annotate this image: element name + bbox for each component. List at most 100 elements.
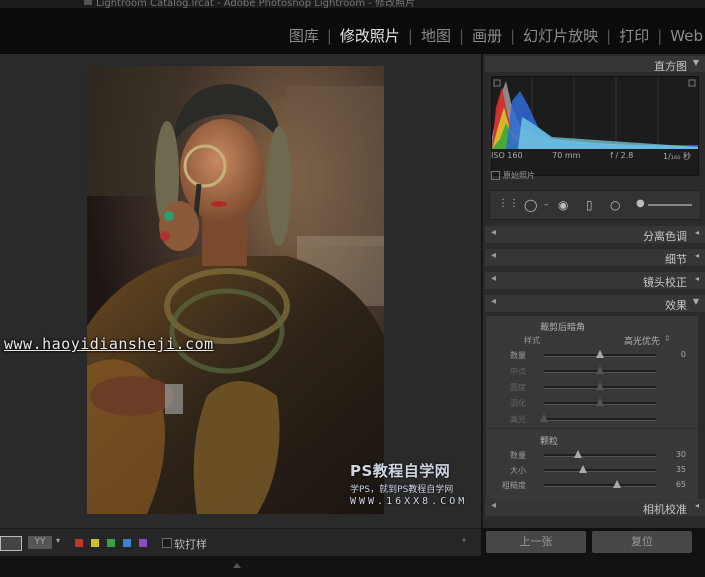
adjustment-brush-slider[interactable]	[648, 204, 692, 206]
slider-knob[interactable]	[573, 450, 582, 458]
panel-toggle-icon[interactable]: ◂	[491, 250, 496, 261]
histogram-panel-header[interactable]: 直方图 ▼	[485, 56, 705, 73]
split-toning-title: 分离色调	[643, 230, 687, 243]
panel-expand-icon[interactable]: ◂	[695, 274, 699, 283]
red-eye-icon[interactable]: ◉	[558, 198, 568, 212]
vignette-midpoint-slider[interactable]: 中点	[486, 364, 698, 378]
lens-corrections-title: 镜头校正	[643, 276, 687, 289]
color-label-green[interactable]	[107, 539, 115, 547]
panel-buttons: 上一张 复位	[483, 531, 703, 555]
module-develop[interactable]: 修改照片	[332, 25, 408, 46]
slider-track[interactable]	[544, 454, 656, 457]
slider-label: 数量	[510, 451, 526, 460]
slider-value[interactable]: 65	[676, 480, 686, 489]
vignette-style-select[interactable]: 高光优先	[624, 334, 660, 347]
vignette-amount-slider[interactable]: 数量 0	[486, 348, 698, 362]
grain-title: 颗粒	[540, 437, 559, 447]
grain-amount-slider[interactable]: 数量 30	[486, 448, 698, 462]
slider-label: 大小	[510, 466, 526, 475]
panel-collapse-icon[interactable]: ▼	[693, 58, 699, 67]
effects-title: 效果	[665, 299, 687, 312]
lens-corrections-panel-header[interactable]: ◂ 镜头校正 ◂	[485, 272, 705, 289]
vignette-title: 裁剪后暗角	[540, 323, 586, 333]
slider-value[interactable]: 35	[676, 465, 686, 474]
module-print[interactable]: 打印	[611, 25, 657, 46]
slider-track[interactable]	[544, 469, 656, 472]
iso-value: ISO 160	[491, 151, 523, 160]
panel-toggle-icon[interactable]: ◂	[491, 273, 496, 284]
effects-panel-header[interactable]: ◂ 效果 ▼	[485, 295, 705, 312]
window-title: Lightroom Catalog.lrcat - Adobe Photosho…	[96, 0, 416, 8]
panel-toggle-icon[interactable]: ◂	[491, 227, 496, 238]
panel-expand-icon[interactable]: ◂	[695, 501, 699, 510]
color-label-red[interactable]	[75, 539, 83, 547]
grain-size-slider[interactable]: 大小 35	[486, 463, 698, 477]
compare-dropdown-arrow-icon[interactable]: ▾	[56, 536, 60, 545]
spot-removal-icon[interactable]: ◯	[524, 198, 537, 212]
color-label-purple[interactable]	[139, 539, 147, 547]
detail-panel-header[interactable]: ◂ 细节 ◂	[485, 249, 705, 266]
soft-proof-checkbox[interactable]	[162, 538, 172, 548]
adjustment-brush-icon[interactable]: ●	[636, 198, 645, 209]
slider-label: 圆度	[510, 383, 526, 392]
module-web[interactable]: Web	[662, 27, 705, 45]
panel-toggle-icon[interactable]: ◂	[491, 500, 496, 511]
slider-knob[interactable]	[579, 465, 588, 473]
crop-overlay-icon[interactable]: ⋮⋮	[498, 198, 520, 209]
module-book[interactable]: 画册	[464, 25, 510, 46]
camera-calibration-panel-header[interactable]: ◂ 相机校准 ◂	[485, 499, 705, 516]
compare-view-button[interactable]: YY	[28, 536, 52, 549]
radial-filter-icon[interactable]: ○	[610, 198, 620, 212]
slider-label: 粗糙度	[502, 481, 526, 490]
panel-toggle-icon[interactable]: ◂	[491, 296, 496, 307]
histogram-exif-info: ISO 160 70 mm f / 2.8 1/₁₆₀ 秒	[491, 151, 691, 162]
slider-knob[interactable]	[596, 366, 604, 374]
slider-value[interactable]: 0	[681, 350, 686, 359]
original-photo-label: 原始照片	[503, 171, 535, 180]
camera-calibration-title: 相机校准	[643, 503, 687, 516]
vignette-roundness-slider[interactable]: 圆度	[486, 380, 698, 394]
toolbar-menu-arrow-icon[interactable]: ▾	[462, 536, 466, 545]
module-slideshow[interactable]: 幻灯片放映	[515, 25, 606, 46]
reset-button[interactable]: 复位	[592, 531, 692, 553]
slider-track[interactable]	[544, 484, 656, 487]
effects-panel-body: 裁剪后暗角 样式 高光优先 ⇕ 数量 0 中点 圆度 羽化 高光 颗粒 数量 3…	[486, 316, 698, 506]
original-photo-toggle[interactable]: 原始照片	[491, 170, 535, 181]
focal-length: 70 mm	[552, 151, 581, 160]
previous-button[interactable]: 上一张	[486, 531, 586, 553]
panel-expand-icon[interactable]: ◂	[695, 228, 699, 237]
aperture-value: f / 2.8	[610, 151, 634, 160]
original-photo-checkbox[interactable]	[491, 171, 500, 180]
slider-label: 羽化	[510, 399, 526, 408]
vignette-highlights-slider[interactable]: 高光	[486, 412, 698, 426]
loupe-view-icon[interactable]	[0, 536, 22, 551]
panel-collapse-icon[interactable]: ▼	[693, 297, 699, 306]
slider-knob[interactable]	[540, 414, 548, 422]
slider-knob[interactable]	[596, 398, 604, 406]
watermark-subtitle: 学PS，就到PS教程自学网	[350, 485, 454, 495]
histogram-title: 直方图	[654, 60, 687, 73]
photo-preview[interactable]	[87, 66, 384, 514]
split-toning-panel-header[interactable]: ◂ 分离色调 ◂	[485, 226, 705, 243]
color-label-blue[interactable]	[123, 539, 131, 547]
panel-expand-icon[interactable]: ◂	[695, 251, 699, 260]
develop-tool-strip: ⋮⋮ ◯ – ◉ ▯ ○ ●	[489, 190, 701, 220]
image-canvas: www.haoyidiansheji.com PS教程自学网 学PS，就到PS教…	[0, 54, 481, 528]
slider-track[interactable]	[544, 418, 656, 421]
slider-value[interactable]: 30	[676, 450, 686, 459]
slider-knob[interactable]	[612, 480, 621, 488]
select-arrow-icon: ⇕	[664, 334, 671, 343]
color-label-yellow[interactable]	[91, 539, 99, 547]
module-map[interactable]: 地图	[413, 25, 459, 46]
site-watermark: www.haoyidiansheji.com	[4, 335, 214, 353]
expand-filmstrip-icon[interactable]	[233, 563, 241, 568]
grain-roughness-slider[interactable]: 粗糙度 65	[486, 478, 698, 492]
slider-knob[interactable]	[596, 382, 604, 390]
vignette-feather-slider[interactable]: 羽化	[486, 396, 698, 410]
watermark-title: PS教程自学网	[350, 462, 451, 480]
module-library[interactable]: 图库	[281, 25, 327, 46]
portrait-photo-image	[87, 66, 384, 514]
lightroom-app-icon	[84, 0, 92, 5]
graduated-filter-icon[interactable]: ▯	[586, 198, 593, 212]
slider-knob[interactable]	[596, 350, 604, 358]
